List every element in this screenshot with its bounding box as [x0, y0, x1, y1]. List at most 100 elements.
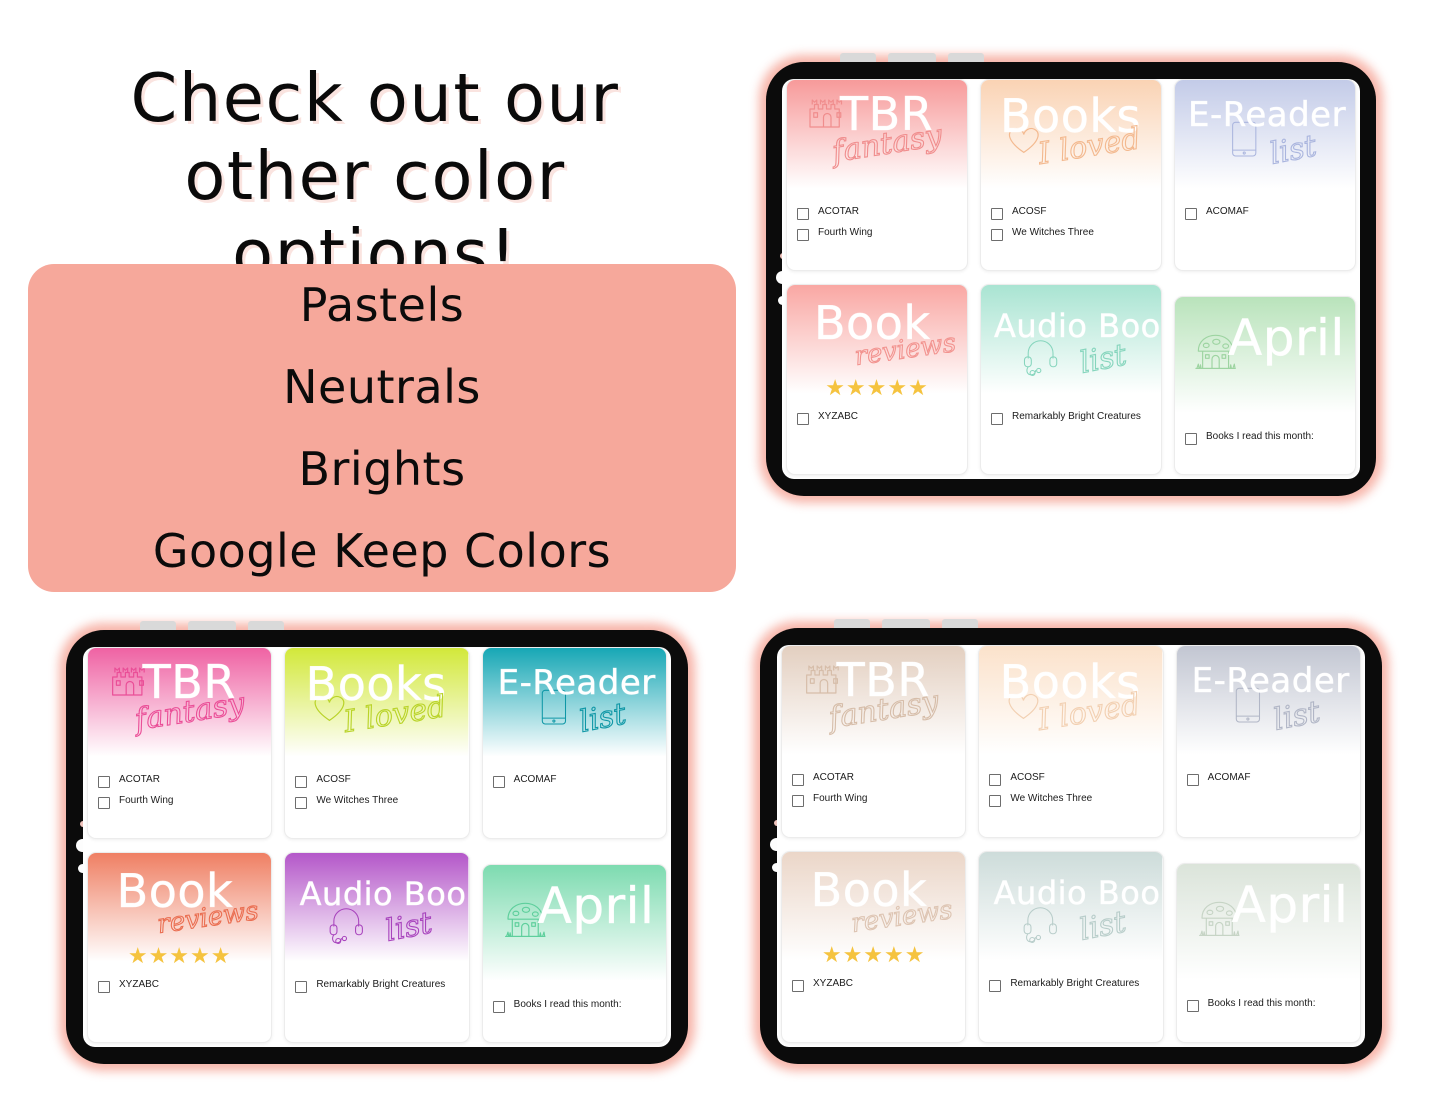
star-rating-icon: ★★★★★ [821, 941, 926, 967]
note-card-ereader[interactable]: E-Reader list ACOMAF [481, 647, 667, 839]
checkbox-book-0[interactable] [98, 980, 110, 993]
svg-text:Audio Book: Audio Book [994, 307, 1161, 345]
checkbox-audio-0[interactable] [295, 980, 308, 993]
checklist-item-label: XYZABC [818, 410, 859, 422]
checklist-item[interactable]: ACOSF [295, 774, 458, 788]
card-checklist: ACOTAR Fourth Wing [782, 764, 965, 813]
checklist-item[interactable]: Fourth Wing [98, 795, 261, 809]
checklist-item[interactable]: XYZABC [792, 978, 955, 992]
card-banner: Books I loved [285, 648, 469, 766]
checkbox-books-1[interactable] [991, 229, 1003, 241]
card-banner: Books I loved [981, 80, 1161, 198]
checklist-item-label: ACOTAR [119, 774, 160, 785]
checklist-item-label: Remarkably Bright Creatures [316, 978, 446, 990]
notes-grid: TBR fantasy ACOTAR Fourth Wing Books I lov… [83, 647, 671, 1047]
card-checklist: ACOMAF [483, 766, 666, 794]
checklist-item[interactable]: XYZABC [797, 411, 957, 425]
castle-icon [809, 99, 843, 128]
checkbox-april-0[interactable] [492, 1000, 505, 1013]
checklist-item[interactable]: Remarkably Bright Creatures [991, 411, 1151, 425]
checklist-item[interactable]: Remarkably Bright Creatures [989, 978, 1152, 992]
checklist-item-label: We Witches Three [1010, 793, 1093, 804]
card-checklist: XYZABC [782, 970, 965, 998]
card-checklist: Books I read this month: [1177, 990, 1360, 1018]
checkbox-book-0[interactable] [792, 979, 804, 992]
checklist-item[interactable]: ACOMAF [492, 774, 656, 788]
checklist-item[interactable]: Books I read this month: [1185, 431, 1345, 445]
checklist-item-label: ACOMAF [1207, 772, 1251, 783]
tablet-preview-neutrals: TBR fantasy ACOTAR Fourth Wing Books I lov… [753, 619, 1389, 1071]
checkbox-april-0[interactable] [1186, 999, 1199, 1012]
checkbox-tbr-0[interactable] [98, 776, 110, 788]
note-card-books[interactable]: Books I loved ACOSF We Witches Three [284, 647, 470, 839]
card-banner: April [482, 864, 666, 991]
card-banner: TBR fantasy [782, 646, 966, 764]
card-checklist: Remarkably Bright Creatures [981, 403, 1161, 431]
checklist-item-label: ACOSF [1012, 206, 1047, 217]
card-checklist: Books I read this month: [483, 991, 666, 1019]
checkbox-books-1[interactable] [989, 795, 1002, 807]
checklist-item[interactable]: Books I read this month: [492, 999, 656, 1013]
note-card-april[interactable]: April Books I read this month: [481, 863, 667, 1043]
notes-grid: TBR fantasy ACOTAR Fourth Wing Books I lov… [777, 645, 1365, 1047]
checkbox-books-0[interactable] [295, 776, 308, 788]
note-card-book[interactable]: Book reviews ★★★★★ XYZABC [781, 850, 967, 1043]
note-card-tbr[interactable]: TBR fantasy ACOTAR Fourth Wing [87, 647, 273, 839]
card-banner: April [1175, 296, 1355, 423]
checklist-item[interactable]: Books I read this month: [1186, 997, 1350, 1012]
note-card-ereader[interactable]: E-Reader list ACOMAF [1174, 79, 1356, 271]
checklist-item[interactable]: ACOTAR [797, 206, 957, 220]
note-card-audio[interactable]: Audio Booklist Remarkably Bright Creatur… [978, 850, 1164, 1043]
svg-text:April: April [537, 877, 654, 935]
note-card-tbr[interactable]: TBR fantasy ACOTAR Fourth Wing [781, 645, 967, 838]
checklist-item-label: Fourth Wing [818, 227, 873, 238]
note-card-april[interactable]: April Books I read this month: [1175, 862, 1361, 1043]
checkbox-books-0[interactable] [991, 208, 1003, 220]
checkbox-book-0[interactable] [797, 412, 809, 425]
checkbox-ereader-0[interactable] [1185, 208, 1197, 220]
checkbox-april-0[interactable] [1185, 432, 1197, 445]
checkbox-tbr-0[interactable] [797, 208, 809, 220]
note-card-book[interactable]: Book reviews ★★★★★ XYZABC [87, 851, 273, 1043]
checkbox-books-1[interactable] [295, 797, 308, 809]
checklist-item[interactable]: Fourth Wing [797, 227, 957, 241]
card-banner: Audio Booklist [285, 852, 469, 971]
checklist-item[interactable]: We Witches Three [989, 793, 1152, 807]
checkbox-tbr-1[interactable] [792, 795, 804, 807]
checkbox-ereader-0[interactable] [492, 776, 505, 788]
checklist-item[interactable]: ACOTAR [792, 772, 955, 786]
color-options-card: Pastels Neutrals Brights Google Keep Col… [28, 264, 736, 592]
checklist-item[interactable]: We Witches Three [295, 795, 458, 809]
color-option-neutrals: Neutrals [283, 360, 481, 414]
card-checklist: Books I read this month: [1175, 423, 1355, 451]
note-card-tbr[interactable]: TBR fantasy ACOTAR Fourth Wing [786, 79, 968, 271]
checkbox-tbr-0[interactable] [792, 774, 804, 786]
checklist-item[interactable]: ACOMAF [1185, 206, 1345, 220]
checklist-item[interactable]: ACOTAR [98, 774, 261, 788]
note-card-books[interactable]: Books I loved ACOSF We Witches Three [978, 645, 1164, 838]
checklist-item[interactable]: ACOSF [989, 772, 1152, 786]
note-card-audio[interactable]: Audio Booklist Remarkably Bright Creatur… [284, 851, 470, 1043]
castle-icon [806, 665, 839, 694]
note-card-book[interactable]: Book reviews ★★★★★ XYZABC [786, 283, 968, 475]
checkbox-tbr-1[interactable] [98, 797, 110, 809]
note-card-ereader[interactable]: E-Reader list ACOMAF [1175, 645, 1361, 838]
card-banner: April [1176, 863, 1360, 990]
checklist-item[interactable]: Remarkably Bright Creatures [295, 979, 458, 993]
note-card-april[interactable]: April Books I read this month: [1174, 295, 1356, 475]
checkbox-audio-0[interactable] [991, 412, 1003, 425]
checklist-item[interactable]: XYZABC [98, 979, 261, 993]
note-card-books[interactable]: Books I loved ACOSF We Witches Three [980, 79, 1162, 271]
checkbox-audio-0[interactable] [989, 979, 1002, 992]
checkbox-books-0[interactable] [989, 774, 1002, 786]
checklist-item-label: Books I read this month: [1207, 997, 1316, 1009]
checklist-item-label: ACOMAF [1206, 206, 1249, 217]
checklist-item[interactable]: ACOMAF [1186, 772, 1350, 786]
checkbox-tbr-1[interactable] [797, 229, 809, 241]
checklist-item[interactable]: ACOSF [991, 206, 1151, 220]
checkbox-ereader-0[interactable] [1186, 774, 1199, 786]
note-card-audio[interactable]: Audio Booklist Remarkably Bright Creatur… [980, 283, 1162, 475]
card-checklist: ACOSF We Witches Three [285, 766, 468, 815]
checklist-item[interactable]: Fourth Wing [792, 793, 955, 807]
checklist-item[interactable]: We Witches Three [991, 227, 1151, 241]
